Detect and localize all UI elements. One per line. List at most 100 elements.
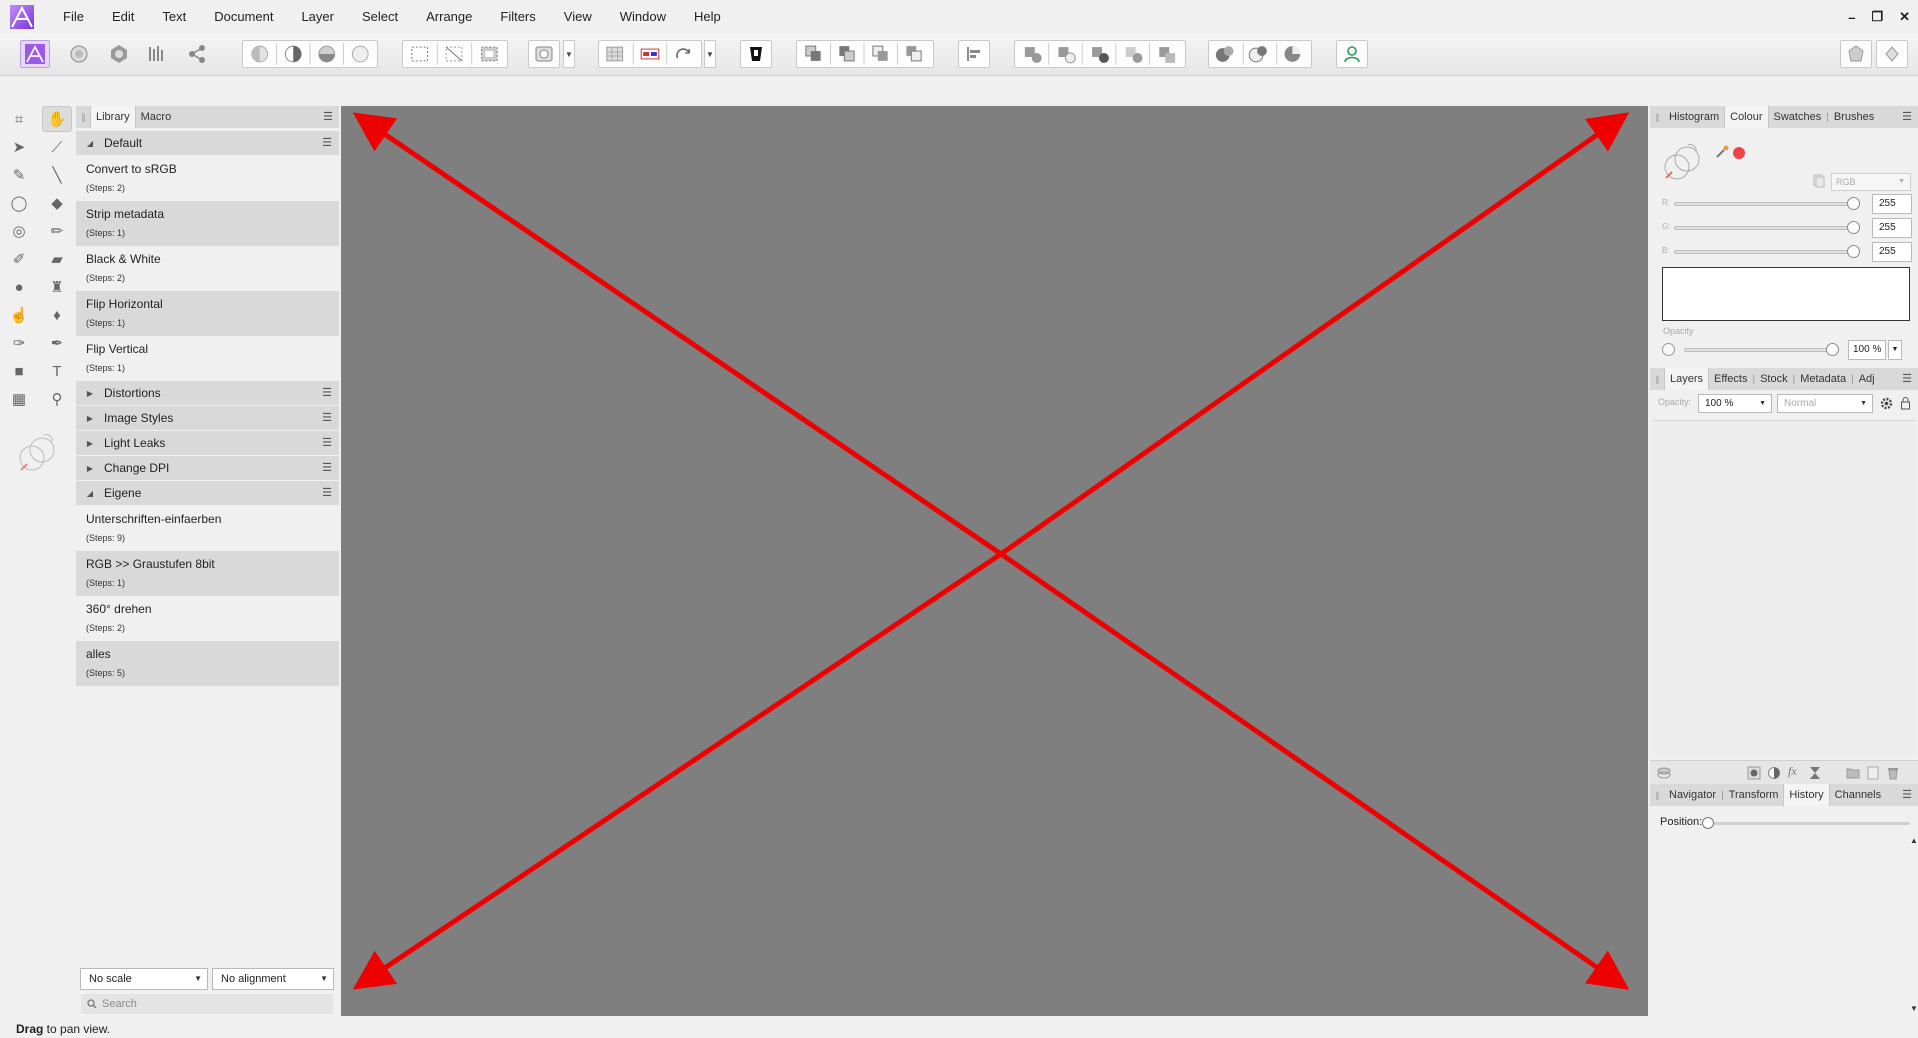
align-button[interactable] — [958, 40, 990, 68]
category-menu-icon[interactable]: ☰ — [322, 481, 332, 505]
tab-layers[interactable]: Layers — [1664, 368, 1710, 390]
tab-adjustments[interactable]: Adj — [1854, 368, 1880, 390]
opacity-slider[interactable]: 100 % ▼ — [1662, 340, 1914, 360]
red-slider-track[interactable] — [1674, 202, 1852, 206]
blue-slider-thumb[interactable] — [1847, 245, 1860, 258]
opacity-slider-track[interactable] — [1684, 348, 1832, 352]
chevron-right-icon[interactable]: ▶ — [76, 464, 104, 473]
colour-selector-icon[interactable] — [16, 432, 60, 476]
opacity-slider-thumb[interactable] — [1826, 343, 1839, 356]
category-menu-icon[interactable]: ☰ — [322, 406, 332, 430]
category-header[interactable]: ▶ Light Leaks ☰ — [76, 431, 339, 455]
chevron-right-icon[interactable]: ▶ — [76, 439, 104, 448]
category-header[interactable]: ◢ Default ☰ — [76, 131, 339, 155]
green-slider-track[interactable] — [1674, 226, 1852, 230]
export-persona-button[interactable] — [184, 40, 210, 68]
colour-model-select[interactable]: RGB ▼ — [1831, 173, 1911, 191]
menu-edit[interactable]: Edit — [98, 0, 148, 34]
chevron-down-icon[interactable]: ◢ — [76, 139, 104, 148]
blue-channel-slider[interactable]: B: 255 — [1662, 242, 1914, 262]
tab-library[interactable]: Library — [90, 106, 136, 128]
panel-menu-icon[interactable]: ☰ — [323, 106, 333, 128]
tab-stock[interactable]: Stock — [1755, 368, 1793, 390]
help-button[interactable] — [1876, 40, 1908, 68]
copy-icon[interactable] — [1813, 174, 1825, 188]
macro-item[interactable]: alles (Steps: 5) — [76, 641, 339, 686]
clone-tool-button[interactable]: ♜ — [42, 274, 72, 300]
chevron-right-icon[interactable]: ▶ — [76, 414, 104, 423]
colour-picker-tool-button[interactable]: ⟋ — [42, 134, 72, 160]
panel-grip-icon[interactable]: || — [1650, 784, 1664, 806]
category-menu-icon[interactable]: ☰ — [322, 431, 332, 455]
category-header[interactable]: ◢ Eigene ☰ — [76, 481, 339, 505]
red-value-input[interactable]: 255 — [1872, 194, 1912, 214]
colour-picker-icon[interactable] — [1714, 144, 1730, 160]
scale-select[interactable]: No scale ▼ — [80, 968, 208, 990]
macro-item[interactable]: 360° drehen (Steps: 2) — [76, 596, 339, 641]
tab-histogram[interactable]: Histogram — [1664, 106, 1724, 128]
lock-icon[interactable] — [1900, 396, 1911, 410]
opacity-value-input[interactable]: 100 % — [1848, 340, 1886, 360]
category-header[interactable]: ▶ Distortions ☰ — [76, 381, 339, 405]
macro-item[interactable]: Strip metadata (Steps: 1) — [76, 201, 339, 246]
flood-fill-tool-button[interactable]: ◆ — [42, 190, 72, 216]
minimize-button[interactable]: – — [1848, 10, 1855, 25]
pixel-tool-button[interactable]: ✏ — [42, 218, 72, 244]
macro-item[interactable]: Unterschriften-einfaerben (Steps: 9) — [76, 506, 339, 551]
green-slider-thumb[interactable] — [1847, 221, 1860, 234]
macro-item[interactable]: Flip Horizontal (Steps: 1) — [76, 291, 339, 336]
tab-channels[interactable]: Channels — [1830, 784, 1886, 806]
green-value-input[interactable]: 255 — [1872, 218, 1912, 238]
category-header[interactable]: ▶ Change DPI ☰ — [76, 456, 339, 480]
alignment-select[interactable]: No alignment ▼ — [212, 968, 334, 990]
tab-effects[interactable]: Effects — [1709, 368, 1752, 390]
trash-icon[interactable] — [1886, 766, 1900, 780]
history-position-track[interactable] — [1708, 822, 1910, 825]
layers-list[interactable] — [1652, 420, 1916, 756]
panel-menu-icon[interactable]: ☰ — [1902, 368, 1912, 390]
pen-tool-button[interactable]: ✒ — [42, 330, 72, 356]
develop-persona-button[interactable] — [106, 40, 132, 68]
close-button[interactable]: ✕ — [1899, 9, 1910, 25]
zoom-tool-button[interactable]: ⚲ — [42, 386, 72, 412]
category-menu-icon[interactable]: ☰ — [322, 381, 332, 405]
restore-button[interactable]: ❐ — [1871, 9, 1883, 25]
smudge-tool-button[interactable]: ☝ — [4, 302, 34, 328]
colour-preview-well[interactable] — [1662, 267, 1910, 321]
straighten-tool-button[interactable]: ╲ — [42, 162, 72, 188]
move-tool-button[interactable]: ➤ — [4, 134, 34, 160]
folder-icon[interactable] — [1846, 766, 1860, 780]
green-channel-slider[interactable]: G: 255 — [1662, 218, 1914, 238]
scroll-down-arrow[interactable]: ▼ — [1910, 1004, 1918, 1013]
macro-item[interactable]: Flip Vertical (Steps: 1) — [76, 336, 339, 381]
macro-item[interactable]: RGB >> Graustufen 8bit (Steps: 1) — [76, 551, 339, 596]
tab-colour[interactable]: Colour — [1724, 106, 1769, 128]
tab-metadata[interactable]: Metadata — [1795, 368, 1851, 390]
selection-brush-tool-button[interactable]: ◎ — [4, 218, 34, 244]
photo-persona-button[interactable] — [20, 40, 50, 68]
tab-navigator[interactable]: Navigator — [1664, 784, 1721, 806]
tab-brushes[interactable]: Brushes — [1829, 106, 1879, 128]
live-filter-icon[interactable] — [1808, 766, 1822, 780]
panel-menu-icon[interactable]: ☰ — [1902, 784, 1912, 806]
gear-icon[interactable] — [1880, 397, 1893, 410]
fx-icon[interactable]: fx — [1788, 764, 1797, 779]
macro-item[interactable]: Black & White (Steps: 2) — [76, 246, 339, 291]
menu-view[interactable]: View — [550, 0, 606, 34]
quick-mask-button[interactable] — [528, 40, 560, 68]
tone-mapping-persona-button[interactable] — [144, 40, 170, 68]
app-logo[interactable] — [9, 4, 35, 30]
opacity-dropdown[interactable]: ▼ — [1888, 340, 1902, 360]
search-input[interactable]: Search — [81, 994, 333, 1014]
erase-brush-tool-button[interactable]: ▰ — [42, 246, 72, 272]
panel-grip-icon[interactable]: || — [76, 106, 90, 128]
menu-window[interactable]: Window — [606, 0, 680, 34]
chevron-right-icon[interactable]: ▶ — [76, 389, 104, 398]
adjustment-layer-icon[interactable] — [1767, 766, 1781, 780]
quick-mask-dropdown[interactable]: ▼ — [563, 40, 575, 68]
user-account-button[interactable] — [1336, 40, 1368, 68]
mask-layer-icon[interactable] — [1747, 766, 1761, 780]
menu-file[interactable]: File — [49, 0, 98, 34]
paint-brush-tool-button[interactable]: ✎ — [4, 162, 34, 188]
mesh-warp-tool-button[interactable]: ▦ — [4, 386, 34, 412]
